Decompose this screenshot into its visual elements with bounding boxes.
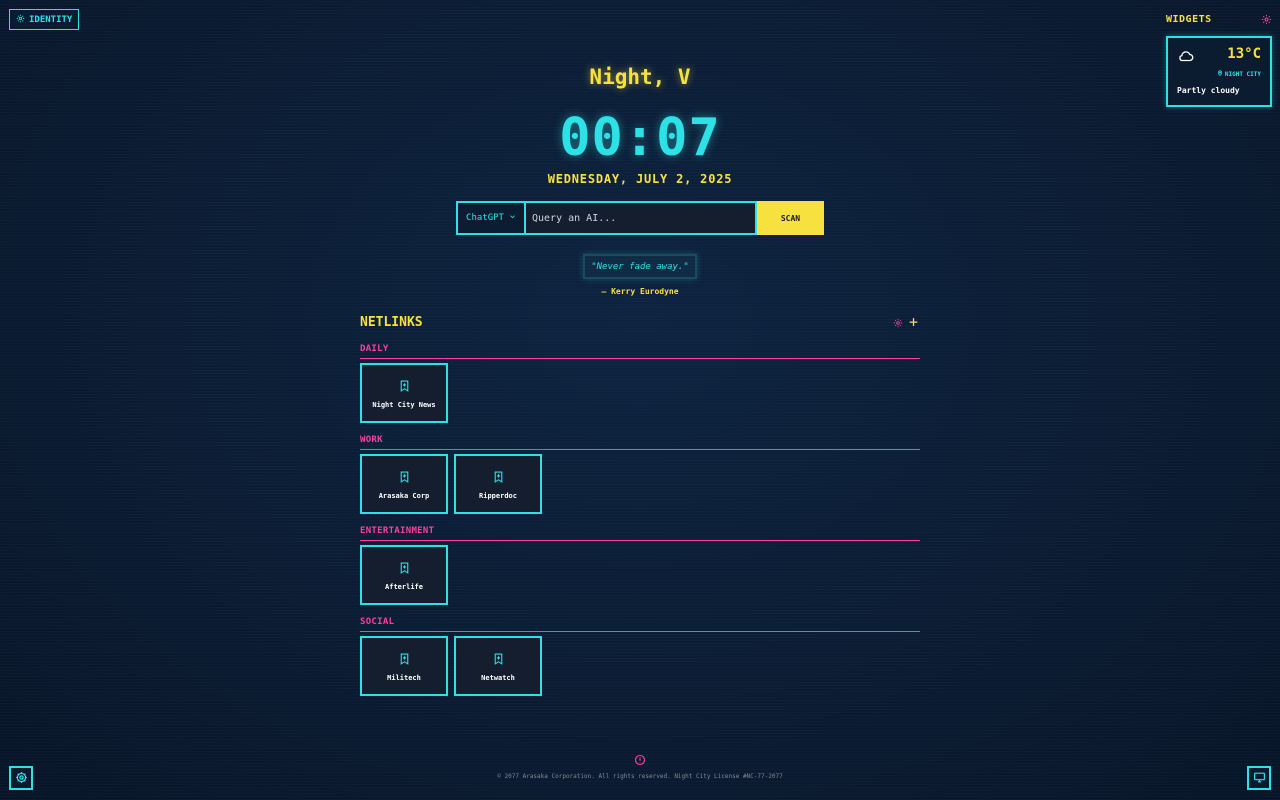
category-title: WORK bbox=[360, 435, 920, 450]
link-label: Afterlife bbox=[385, 583, 423, 591]
link-label: Netwatch bbox=[481, 674, 515, 682]
category-social: SOCIAL Militech Netwatch bbox=[360, 617, 920, 696]
search-bar: ChatGPT SCAN bbox=[456, 201, 824, 235]
link-tile-netwatch[interactable]: Netwatch bbox=[454, 636, 542, 696]
weather-temperature: 13°C bbox=[1227, 46, 1261, 62]
engine-label: ChatGPT bbox=[466, 213, 504, 223]
category-daily: DAILY Night City News bbox=[360, 344, 920, 423]
netlinks-header: NETLINKS + bbox=[360, 312, 920, 332]
greeting: Night, V bbox=[589, 65, 691, 89]
link-tile-ripperdoc[interactable]: Ripperdoc bbox=[454, 454, 542, 514]
quote-box: "Never fade away." bbox=[583, 254, 697, 279]
date: WEDNESDAY, JULY 2, 2025 bbox=[547, 172, 733, 186]
bookmark-icon bbox=[399, 559, 410, 578]
netlinks-section: NETLINKS + DAILY Night City News WORK Ar… bbox=[360, 312, 920, 696]
gear-icon[interactable] bbox=[1261, 10, 1272, 29]
link-label: Ripperdoc bbox=[479, 492, 517, 500]
link-tile-afterlife[interactable]: Afterlife bbox=[360, 545, 448, 605]
copyright: © 2077 Arasaka Corporation. All rights r… bbox=[497, 773, 783, 780]
netlinks-title: NETLINKS bbox=[360, 314, 423, 330]
engine-select[interactable]: ChatGPT bbox=[456, 201, 526, 235]
quote-author: — Kerry Eurodyne bbox=[601, 287, 679, 296]
bookmark-icon bbox=[493, 650, 504, 669]
plus-icon[interactable]: + bbox=[909, 314, 918, 330]
bookmark-icon bbox=[399, 650, 410, 669]
monitor-icon bbox=[1253, 769, 1266, 788]
settings-button[interactable] bbox=[9, 766, 33, 790]
category-title: ENTERTAINMENT bbox=[360, 526, 920, 541]
bookmark-icon bbox=[399, 377, 410, 396]
bookmark-icon bbox=[399, 468, 410, 487]
category-entertainment: ENTERTAINMENT Afterlife bbox=[360, 526, 920, 605]
gear-icon[interactable] bbox=[893, 313, 903, 332]
display-button[interactable] bbox=[1247, 766, 1271, 790]
search-input[interactable] bbox=[526, 201, 757, 235]
link-tile-arasaka-corp[interactable]: Arasaka Corp bbox=[360, 454, 448, 514]
link-label: Night City News bbox=[372, 401, 436, 409]
gear-icon bbox=[16, 14, 25, 26]
widgets-title: WIDGETS bbox=[1166, 14, 1212, 25]
link-tile-night-city-news[interactable]: Night City News bbox=[360, 363, 448, 423]
category-title: DAILY bbox=[360, 344, 920, 359]
link-tile-militech[interactable]: Militech bbox=[360, 636, 448, 696]
link-label: Militech bbox=[387, 674, 421, 682]
category-title: SOCIAL bbox=[360, 617, 920, 632]
settings-icon bbox=[15, 769, 28, 788]
bookmark-icon bbox=[493, 468, 504, 487]
identity-button[interactable]: IDENTITY bbox=[9, 9, 80, 30]
link-label: Arasaka Corp bbox=[378, 492, 430, 500]
widgets-header: WIDGETS bbox=[1166, 10, 1272, 29]
chevron-down-icon bbox=[509, 213, 516, 223]
netlinks-actions: + bbox=[893, 313, 918, 332]
category-work: WORK Arasaka Corp Ripperdoc bbox=[360, 435, 920, 514]
clock: 00:07 bbox=[559, 108, 721, 168]
identity-label: IDENTITY bbox=[29, 14, 73, 25]
scan-button[interactable]: SCAN bbox=[757, 201, 824, 235]
info-icon[interactable] bbox=[634, 751, 646, 770]
quote-text: "Never fade away." bbox=[591, 261, 689, 272]
